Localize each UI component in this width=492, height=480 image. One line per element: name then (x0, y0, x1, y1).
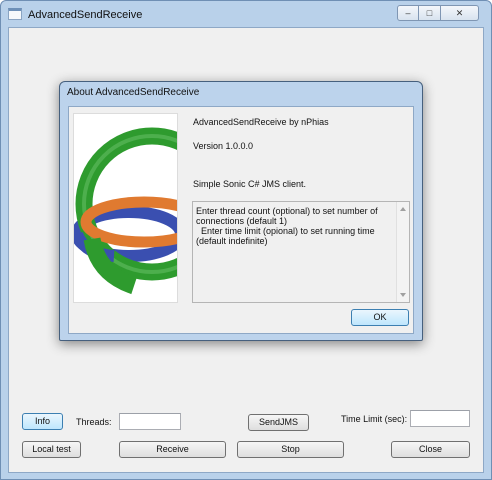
maximize-button[interactable]: □ (419, 5, 441, 21)
about-dialog-body: AdvancedSendReceive by nPhias Version 1.… (68, 106, 414, 334)
title-bar[interactable]: AdvancedSendReceive – □ ✕ (1, 1, 491, 27)
time-limit-input[interactable] (410, 410, 470, 427)
rings-logo-icon (73, 113, 178, 303)
send-jms-button[interactable]: SendJMS (248, 414, 309, 431)
details-scrollbar[interactable] (396, 202, 409, 302)
minimize-button[interactable]: – (397, 5, 419, 21)
close-window-button[interactable]: ✕ (441, 5, 479, 21)
scroll-up-arrow-icon[interactable] (400, 207, 406, 211)
description-text: Simple Sonic C# JMS client. (193, 179, 307, 189)
about-dialog: About AdvancedSendReceive AdvancedSendRe… (59, 81, 423, 341)
window-title: AdvancedSendReceive (28, 9, 143, 21)
threads-input[interactable] (119, 413, 181, 430)
time-limit-label: Time Limit (sec): (341, 414, 408, 424)
scroll-down-arrow-icon[interactable] (400, 293, 406, 297)
local-test-button[interactable]: Local test (22, 441, 81, 458)
close-button[interactable]: Close (391, 441, 470, 458)
stop-button[interactable]: Stop (237, 441, 344, 458)
version-text: Version 1.0.0.0 (193, 141, 254, 151)
main-window: AdvancedSendReceive – □ ✕ Info Threads: … (0, 0, 492, 480)
about-dialog-title: About AdvancedSendReceive (67, 87, 200, 98)
app-window-icon (8, 8, 22, 20)
threads-label: Threads: (76, 417, 112, 427)
product-name-text: AdvancedSendReceive by nPhias (193, 117, 329, 127)
receive-button[interactable]: Receive (119, 441, 226, 458)
ok-button[interactable]: OK (351, 309, 409, 326)
details-textbox[interactable]: Enter thread count (optional) to set num… (192, 201, 410, 303)
info-button[interactable]: Info (22, 413, 63, 430)
details-text: Enter thread count (optional) to set num… (196, 206, 378, 246)
